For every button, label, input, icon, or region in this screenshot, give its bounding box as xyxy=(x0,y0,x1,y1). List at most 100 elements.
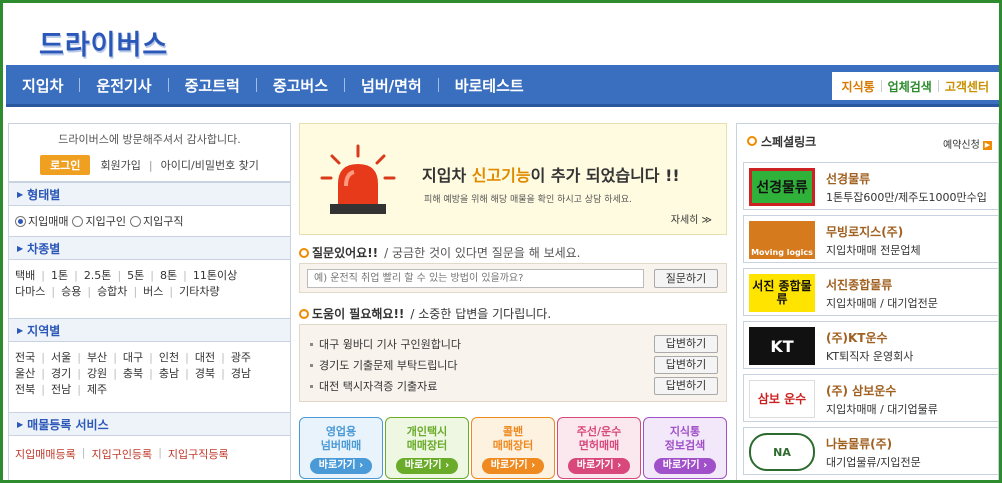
vehicle-link[interactable]: 다마스 xyxy=(15,284,45,300)
service-taxi-market[interactable]: 개인택시 매매장터 바로가기 › xyxy=(385,417,469,479)
nav-knowledge[interactable]: 지식통 xyxy=(842,78,875,95)
company-name[interactable]: 선경물류 xyxy=(826,170,870,187)
company-logo: Moving logics xyxy=(749,221,815,259)
vehicle-link[interactable]: 기타차량 xyxy=(179,284,219,300)
answer-button[interactable]: 답변하기 xyxy=(654,356,718,374)
login-row: 로그인 회원가입 | 아이디/비밀번호 찾기 xyxy=(9,155,290,175)
region-link[interactable]: 전북 xyxy=(15,382,35,398)
service-go-button[interactable]: 바로가기 › xyxy=(568,458,630,474)
special-link-card[interactable]: 서진 종합물류 서진종합물류 지입차매매 / 대기업전문 xyxy=(743,268,999,316)
vehicle-link[interactable]: 11톤이상 xyxy=(193,268,237,284)
banner-more-link[interactable]: 자세히 ≫ xyxy=(671,211,712,226)
left-sidebar: 드라이버스에 방문해주셔서 감사합니다. 로그인 회원가입 | 아이디/비밀번호… xyxy=(8,123,291,480)
vehicle-link[interactable]: 승용 xyxy=(61,284,81,300)
region-link[interactable]: 부산 xyxy=(87,350,107,366)
banner-headline: 지입차 신고기능이 추가 되었습니다 !! xyxy=(422,166,680,185)
region-link[interactable]: 전남 xyxy=(51,382,71,398)
radio-jiip-sale[interactable]: 지입매매 xyxy=(15,213,68,229)
region-link[interactable]: 충남 xyxy=(159,366,179,382)
region-link[interactable]: 경북 xyxy=(195,366,215,382)
region-link[interactable]: 대구 xyxy=(123,350,143,366)
question-title: 질문있어요!! xyxy=(312,246,379,260)
help-item-text[interactable]: 경기도 기출문제 부탁드립니다 xyxy=(319,357,458,373)
nav-customer-center[interactable]: 고객센터 xyxy=(945,78,989,95)
bullet-icon xyxy=(310,342,313,346)
service-license-trade[interactable]: 주선/운수 면허매매 바로가기 › xyxy=(557,417,641,479)
radio-icon[interactable] xyxy=(129,215,141,227)
help-item-text[interactable]: 대구 윙바디 기사 구인원합니다 xyxy=(319,336,461,352)
reserve-link[interactable]: 예약신청 ▶ xyxy=(943,136,992,151)
help-header: 도움이 필요해요!! / 소중한 답변을 기다립니다. xyxy=(299,305,551,322)
radio-icon[interactable] xyxy=(15,215,26,227)
signup-link[interactable]: 회원가입 xyxy=(100,157,140,173)
region-link[interactable]: 울산 xyxy=(15,366,35,382)
vehicle-link[interactable]: 버스 xyxy=(143,284,163,300)
register-hire-link[interactable]: 지입구인등록 xyxy=(91,446,152,462)
vehicle-link[interactable]: 5톤 xyxy=(127,268,144,284)
region-link[interactable]: 경남 xyxy=(231,366,251,382)
nav-jiipcha[interactable]: 지입차 xyxy=(6,75,79,96)
service-go-button[interactable]: 바로가기 › xyxy=(654,458,716,474)
radio-jiip-seek[interactable]: 지입구직 xyxy=(129,213,183,229)
find-account-link[interactable]: 아이디/비밀번호 찾기 xyxy=(161,157,259,173)
service-go-button[interactable]: 바로가기 › xyxy=(482,458,544,474)
region-link[interactable]: 충북 xyxy=(123,366,143,382)
region-link[interactable]: 전국 xyxy=(15,350,35,366)
nav-driver[interactable]: 운전기사 xyxy=(80,75,167,96)
service-go-button[interactable]: 바로가기 › xyxy=(310,458,372,474)
company-name[interactable]: 나눔물류(주) xyxy=(826,435,892,452)
question-input[interactable] xyxy=(307,269,644,288)
vehicle-link[interactable]: 1톤 xyxy=(51,268,68,284)
vehicle-link[interactable]: 택배 xyxy=(15,268,35,284)
nav-used-bus[interactable]: 중고버스 xyxy=(257,75,344,96)
answer-button[interactable]: 답변하기 xyxy=(654,377,718,395)
region-link[interactable]: 제주 xyxy=(87,382,107,398)
radio-icon[interactable] xyxy=(72,215,84,227)
register-sale-link[interactable]: 지입매매등록 xyxy=(15,446,76,462)
nav-used-truck[interactable]: 중고트럭 xyxy=(169,75,256,96)
notice-banner[interactable]: 지입차 신고기능이 추가 되었습니다 !! 피해 예방을 위해 해당 매물을 확… xyxy=(299,123,727,235)
service-title: 지식통 정보검색 xyxy=(664,425,706,452)
login-button[interactable]: 로그인 xyxy=(40,155,91,175)
company-logo: KT xyxy=(749,327,815,365)
nav-company-search[interactable]: 업체검색 xyxy=(888,78,932,95)
special-link-card[interactable]: NA 나눔물류(주) 대기업물류/지입전문 xyxy=(743,427,999,475)
region-link[interactable]: 대전 xyxy=(195,350,215,366)
site-logo[interactable]: 드라이버스 xyxy=(39,23,168,62)
register-links: 지입매매등록 | 지입구인등록 | 지입구직등록 xyxy=(15,446,229,462)
company-name[interactable]: 무빙로지스(주) xyxy=(826,223,903,240)
service-callvan-market[interactable]: 콜밴 매매장터 바로가기 › xyxy=(471,417,555,479)
region-link[interactable]: 광주 xyxy=(231,350,251,366)
service-knowledge-search[interactable]: 지식통 정보검색 바로가기 › xyxy=(643,417,727,479)
answer-button[interactable]: 답변하기 xyxy=(654,335,718,353)
company-desc: 지입차매매 / 대기업물류 xyxy=(826,403,938,416)
region-link[interactable]: 강원 xyxy=(87,366,107,382)
service-title: 주선/운수 면허매매 xyxy=(576,425,622,452)
service-go-button[interactable]: 바로가기 › xyxy=(396,458,458,474)
vehicle-link[interactable]: 2.5톤 xyxy=(84,268,112,284)
vehicle-link[interactable]: 승합차 xyxy=(97,284,127,300)
nav-quick-test[interactable]: 바로테스트 xyxy=(439,75,540,96)
service-number-trade[interactable]: 영업용 넘버매매 바로가기 › xyxy=(299,417,383,479)
help-item: 경기도 기출문제 부탁드립니다 답변하기 xyxy=(310,355,718,375)
company-name[interactable]: (주)KT운수 xyxy=(826,329,888,346)
help-item-text[interactable]: 대전 택시자격증 기출자료 xyxy=(319,378,437,394)
special-link-card[interactable]: Moving logics 무빙로지스(주) 지입차매매 전문업체 xyxy=(743,215,999,263)
service-title: 개인택시 매매장터 xyxy=(406,425,448,452)
region-link[interactable]: 서울 xyxy=(51,350,71,366)
register-seek-link[interactable]: 지입구직등록 xyxy=(168,446,229,462)
vehicle-link[interactable]: 8톤 xyxy=(160,268,177,284)
special-link-card[interactable]: 선경물류 선경물류 1톤투잡600만/제주도1000만수입 xyxy=(743,162,999,210)
ask-button[interactable]: 질문하기 xyxy=(654,269,718,288)
region-link[interactable]: 경기 xyxy=(51,366,71,382)
region-row-3: 전북 | 전남 | 제주 xyxy=(15,382,108,398)
company-name[interactable]: (주) 삼보운수 xyxy=(826,382,896,399)
section-register-title: ▶ 매물등록 서비스 xyxy=(9,412,290,436)
company-name[interactable]: 서진종합물류 xyxy=(826,276,892,293)
nav-number-license[interactable]: 넘버/면허 xyxy=(345,75,438,96)
special-link-card[interactable]: KT (주)KT운수 KT퇴직자 운영회사 xyxy=(743,321,999,369)
company-desc: 1톤투잡600만/제주도1000만수입 xyxy=(826,191,987,204)
radio-jiip-hire[interactable]: 지입구인 xyxy=(72,213,126,229)
special-link-card[interactable]: 삼보 운수 (주) 삼보운수 지입차매매 / 대기업물류 xyxy=(743,374,999,422)
region-link[interactable]: 인천 xyxy=(159,350,179,366)
